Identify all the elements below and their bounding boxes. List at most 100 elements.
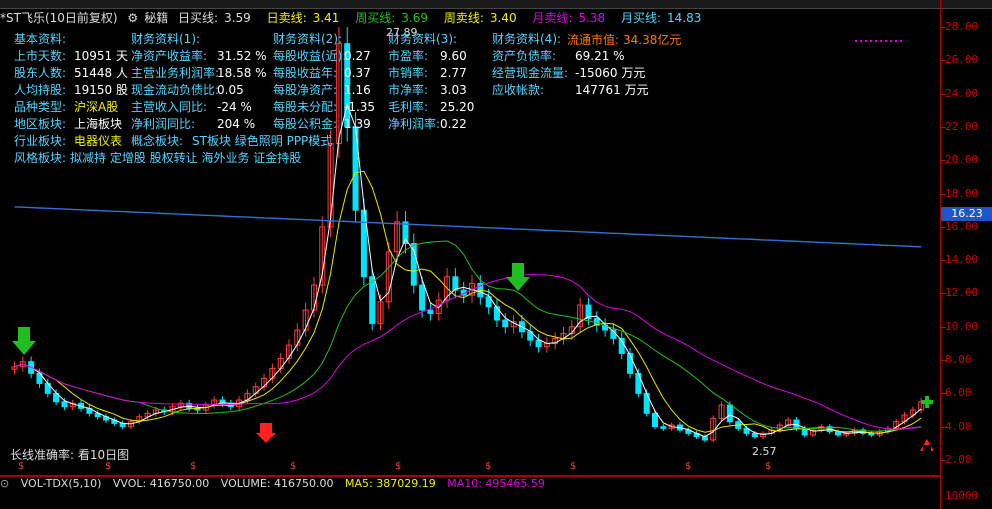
info-label: 每股收益(近): (273, 48, 346, 63)
ma-yellow-line (14, 170, 922, 434)
week-buy-value: 3.69 (401, 11, 428, 25)
y-tick-label: 12.00 (945, 286, 979, 300)
info-label: 市净率: (388, 82, 428, 97)
candle-body (502, 319, 509, 328)
info-label: 财务资料(4): (492, 31, 561, 46)
svg-text:$: $ (570, 461, 576, 472)
info-label: 人均持股: (14, 82, 66, 97)
info-label: 风格板块: (14, 150, 66, 165)
gear-icon[interactable]: ⚙ (127, 11, 138, 25)
info-value: 0.37 (344, 66, 371, 80)
y-tick-mark (941, 226, 946, 228)
svg-text:$: $ (765, 461, 771, 472)
y-tick-label: 14.00 (945, 253, 979, 267)
stock-name[interactable]: *ST飞乐(10日前复权) (0, 11, 118, 25)
buy-arrow-1 (12, 327, 36, 355)
info-value: 0.22 (440, 117, 467, 131)
candle-body (427, 309, 434, 314)
candle-body (868, 432, 875, 436)
y-tick-label: 10.00 (945, 319, 979, 333)
day-sell-label: 日卖线: (266, 11, 307, 25)
low-price-label: 2.57 (752, 445, 777, 458)
long-term-blue-line (14, 206, 922, 248)
ma-green-line (14, 240, 922, 432)
day-buy-value: 3.59 (224, 11, 251, 25)
info-label: 主营收入同比: (131, 100, 207, 114)
candle-body (419, 284, 426, 311)
svg-text:$: $ (290, 461, 296, 472)
candle-body (452, 276, 459, 291)
info-value: -15060 万元 (575, 66, 645, 80)
info-label: 净利润率: (388, 116, 440, 131)
info-label: 每股收益年: (273, 65, 337, 80)
y-tick-label: 6.00 (945, 386, 972, 400)
info-label: 市销率: (388, 65, 428, 80)
price-chart[interactable]: 27.89 2.57 长线准确率: 看10日图 $ $ $ $ $ $ $ $ $ 基本资料… (0, 27, 940, 475)
y-tick-mark (941, 293, 946, 295)
info-label: 财务资料(2): (273, 31, 342, 46)
day-buy-label: 日买线: (178, 11, 219, 25)
info-label: 行业板块: (14, 134, 66, 148)
y-tick-label: 28.00 (945, 20, 979, 33)
candle-body (369, 276, 376, 324)
info-value: 3.03 (440, 83, 467, 97)
week-buy-label: 周买线: (355, 11, 396, 25)
y-tick-label: 20.00 (945, 153, 979, 167)
y-tick-label: 18.00 (945, 186, 979, 200)
y-tick-mark (941, 260, 946, 262)
price-axis[interactable]: 28.00 26.00 24.00 22.00 20.00 18.00 16.00 14.00… (940, 0, 992, 509)
week-sell-value: 3.40 (489, 11, 517, 25)
y-tick-label: 4.00 (945, 419, 972, 433)
info-value: 69.21 % (575, 49, 625, 63)
current-price-box: 16.23 (941, 207, 992, 221)
y-tick-label: 2.00 (945, 453, 972, 466)
info-value: 9.60 (440, 49, 467, 63)
month-sell-label: 月卖线: (532, 11, 573, 25)
info-label: 应收帐款: (492, 82, 544, 97)
svg-text:$: $ (685, 461, 691, 472)
info-value: 19150 股 (74, 83, 128, 97)
info-label: 基本资料: (14, 32, 66, 46)
y-tick-mark (941, 60, 946, 62)
up-arrow-red (920, 439, 934, 451)
vol-indicator-name[interactable]: VOL-TDX(5,10) (21, 477, 102, 490)
info-label: 每股未分配: (273, 99, 337, 114)
info-value: ST板块 绿色照明 PPP模式 (192, 133, 332, 148)
vvol-value: VVOL: 416750.00 (112, 477, 210, 490)
info-value: 上海板块 (74, 116, 122, 131)
candle-body (660, 426, 667, 429)
volume-icon[interactable]: ⊙ (0, 477, 9, 490)
info-label: 每股净资产: (273, 82, 337, 97)
candle-body (726, 404, 733, 423)
candle-body (493, 306, 500, 321)
info-label: 财务资料(1): (131, 31, 200, 46)
candle-body (535, 339, 542, 348)
y-tick-label: 26.00 (945, 53, 979, 67)
info-label: 每股公积金: (273, 116, 337, 131)
y-tick-mark (941, 126, 946, 128)
month-buy-value: 14.83 (667, 11, 702, 25)
info-label: 资产负债率: (492, 48, 556, 63)
info-value: -24 % (217, 100, 252, 114)
info-label: 地区板块: (14, 117, 66, 131)
y-tick-mark (941, 27, 946, 28)
y-tick-mark (941, 93, 946, 95)
info-label: 概念板块: (131, 133, 183, 148)
info-value: 51448 人 (74, 66, 128, 80)
info-value: 2.77 (440, 66, 467, 80)
candle-body (652, 412, 658, 428)
info-label: 市盈率: (388, 48, 428, 63)
candle-body (751, 432, 758, 438)
month-buy-label: 月买线: (621, 11, 662, 25)
y-tick-mark (941, 426, 946, 428)
secret-tab[interactable]: 秘籍 (144, 11, 168, 25)
svg-text:$: $ (190, 461, 196, 472)
info-label: 品种类型: (14, 100, 66, 114)
y-tick-mark (941, 360, 946, 362)
long-line-accuracy: 长线准确率: 看10日图 (10, 447, 129, 462)
y-tick-mark (941, 160, 946, 162)
info-value: 沪深A股 (74, 100, 118, 114)
ma10-value: MA10: 495465.59 (447, 477, 545, 490)
day-sell-value: 3.41 (312, 11, 340, 25)
info-value: 拟减持 定增股 股权转让 海外业务 证金持股 (70, 150, 301, 165)
